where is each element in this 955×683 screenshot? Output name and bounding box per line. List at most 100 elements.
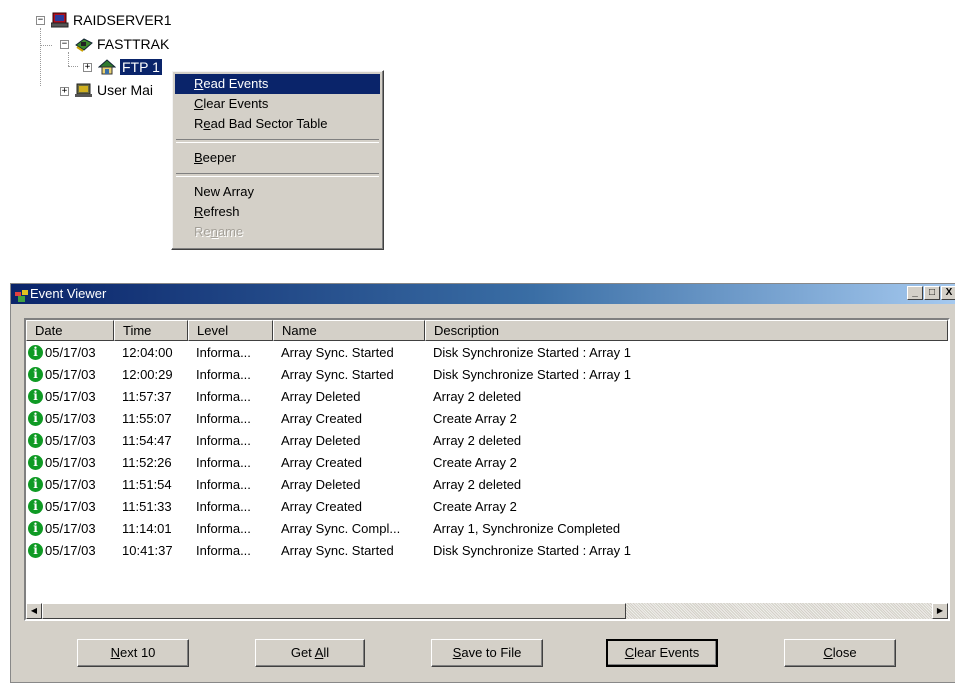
- event-description: Create Array 2: [433, 410, 517, 426]
- event-date: i 05/17/03: [26, 476, 114, 492]
- menu-item-mnemonic: R: [194, 76, 204, 91]
- event-row[interactable]: i 05/17/03 11:57:37 Informa... Array Deleted…: [26, 385, 948, 407]
- menu-item-clear-events[interactable]: Clear Events: [175, 94, 380, 114]
- menu-item-mnemonic: e: [203, 116, 211, 131]
- controller-card-icon: [75, 36, 93, 52]
- next-10-button[interactable]: Next 10: [77, 639, 189, 667]
- tree-node-label: User Mai: [97, 82, 154, 98]
- menu-item-new-array[interactable]: New Array: [175, 182, 380, 202]
- info-icon: i: [28, 520, 43, 536]
- event-level: Informa...: [196, 498, 251, 514]
- event-row[interactable]: i 05/17/03 11:51:33 Informa... Array Created…: [26, 495, 948, 517]
- event-name: Array Sync. Compl...: [281, 520, 401, 536]
- menu-item-read-bad-sector-table[interactable]: Read Bad Sector Table: [175, 114, 380, 134]
- event-list[interactable]: Date Time Level Name Description i 05/17/…: [24, 318, 950, 621]
- tree-node-raidserver[interactable]: RAIDSERVER1: [50, 10, 172, 30]
- column-header-date[interactable]: Date: [26, 320, 114, 341]
- event-time: 11:54:47: [122, 432, 172, 448]
- event-time: 12:04:00: [122, 344, 173, 360]
- event-date-text: 05/17/03: [45, 520, 96, 536]
- event-row[interactable]: i 05/17/03 11:52:26 Informa... Array Created…: [26, 451, 948, 473]
- get-all-button[interactable]: Get All: [255, 639, 365, 667]
- tree-node-ftp1[interactable]: FTP 1: [97, 57, 162, 77]
- button-label: Get: [290, 645, 315, 660]
- collapse-root-icon[interactable]: −: [36, 16, 45, 25]
- info-icon: i: [28, 344, 43, 360]
- scroll-thumb[interactable]: [42, 603, 626, 619]
- info-icon: i: [28, 542, 43, 558]
- save-to-file-button[interactable]: Save to File: [431, 639, 543, 667]
- event-viewer-window: Event Viewer _ □ X Date Time Level Name …: [10, 283, 955, 683]
- column-header-name[interactable]: Name: [273, 320, 425, 341]
- tree-node-user-mgmt[interactable]: User Mai: [75, 80, 153, 100]
- window-controls: _ □ X: [907, 286, 955, 300]
- event-name: Array Deleted: [281, 432, 361, 448]
- event-name: Array Created: [281, 498, 362, 514]
- menu-item-label: ead Events: [203, 76, 269, 91]
- tree-connector: [68, 52, 69, 66]
- column-header-level[interactable]: Level: [188, 320, 273, 341]
- server-icon: [50, 12, 69, 28]
- close-button[interactable]: Close: [784, 639, 896, 667]
- event-row[interactable]: i 05/17/03 12:04:00 Informa... Array Sync. S…: [26, 341, 948, 363]
- event-date: i 05/17/03: [26, 542, 114, 558]
- event-row[interactable]: i 05/17/03 12:00:29 Informa... Array Sync. S…: [26, 363, 948, 385]
- event-row[interactable]: i 05/17/03 11:55:07 Informa... Array Created…: [26, 407, 948, 429]
- event-time: 12:00:29: [122, 366, 173, 382]
- event-row[interactable]: i 05/17/03 11:54:47 Informa... Array Deleted…: [26, 429, 948, 451]
- event-name: Array Deleted: [281, 388, 361, 404]
- event-level: Informa...: [196, 366, 251, 382]
- info-icon: i: [28, 432, 43, 448]
- menu-item-mnemonic: n: [210, 224, 218, 239]
- event-date-text: 05/17/03: [45, 388, 96, 404]
- menu-item-label: R: [194, 116, 204, 131]
- menu-separator: [176, 173, 379, 177]
- column-header-description[interactable]: Description: [425, 320, 948, 341]
- menu-item-rename: Rename: [175, 222, 380, 242]
- title-bar[interactable]: Event Viewer _ □ X: [11, 284, 955, 304]
- event-date: i 05/17/03: [26, 366, 114, 382]
- column-header-row: Date Time Level Name Description: [26, 320, 948, 341]
- horizontal-scrollbar[interactable]: ◀ ▶: [26, 603, 948, 619]
- tree-node-fasttrak[interactable]: FASTTRAK: [75, 34, 169, 54]
- menu-item-refresh[interactable]: Refresh: [175, 202, 380, 222]
- close-window-button[interactable]: X: [941, 286, 955, 300]
- event-row[interactable]: i 05/17/03 11:51:54 Informa... Array Deleted…: [26, 473, 948, 495]
- event-date-text: 05/17/03: [45, 454, 96, 470]
- expand-device-icon[interactable]: +: [83, 63, 92, 72]
- menu-item-label: eeper: [202, 150, 236, 165]
- menu-item-beeper[interactable]: Beeper: [175, 148, 380, 168]
- event-row[interactable]: i 05/17/03 10:41:37 Informa... Array Sync. S…: [26, 539, 948, 561]
- menu-item-read-events[interactable]: Read Events: [175, 74, 380, 94]
- tree-connector: [68, 66, 78, 67]
- menu-separator: [176, 139, 379, 143]
- event-time: 10:41:37: [122, 542, 173, 558]
- tree-node-label: FASTTRAK: [97, 36, 170, 52]
- event-date: i 05/17/03: [26, 454, 114, 470]
- collapse-controller-icon[interactable]: −: [60, 40, 69, 49]
- expand-user-mgmt-icon[interactable]: +: [60, 87, 69, 96]
- button-label: ext 10: [119, 645, 156, 660]
- event-level: Informa...: [196, 476, 251, 492]
- scroll-right-button[interactable]: ▶: [932, 603, 948, 619]
- tree-connector: [40, 28, 41, 86]
- clear-events-button[interactable]: Clear Events: [606, 639, 718, 667]
- button-mnemonic: N: [110, 645, 120, 660]
- event-level: Informa...: [196, 410, 251, 426]
- event-row[interactable]: i 05/17/03 11:14:01 Informa... Array Sync. C…: [26, 517, 948, 539]
- minimize-button[interactable]: _: [907, 286, 923, 300]
- event-name: Array Sync. Started: [281, 542, 394, 558]
- tree-node-label: RAIDSERVER1: [73, 12, 172, 28]
- maximize-button[interactable]: □: [924, 286, 940, 300]
- menu-item-label: ame: [217, 224, 244, 239]
- menu-item-label: New Array: [194, 184, 254, 199]
- event-level: Informa...: [196, 388, 251, 404]
- event-date: i 05/17/03: [26, 498, 114, 514]
- info-icon: i: [28, 410, 43, 426]
- scroll-left-button[interactable]: ◀: [26, 603, 42, 619]
- event-name: Array Created: [281, 454, 362, 470]
- event-date-text: 05/17/03: [45, 366, 96, 382]
- event-level: Informa...: [196, 520, 251, 536]
- column-header-time[interactable]: Time: [114, 320, 188, 341]
- tree-node-label: FTP 1: [120, 59, 162, 75]
